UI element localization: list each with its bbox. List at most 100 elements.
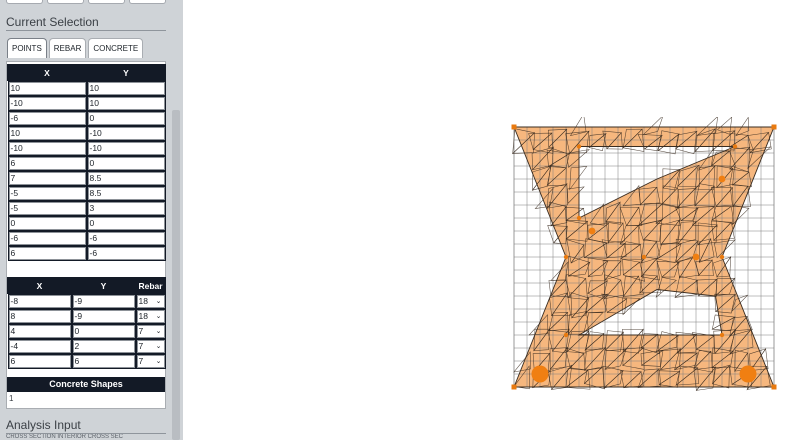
rebar-cell: 7 ⌄ <box>135 324 166 339</box>
rebar-size-select[interactable]: 7 ⌄ <box>136 340 165 353</box>
point-x-input[interactable]: -5 <box>8 202 86 215</box>
rebar-bar[interactable] <box>588 227 596 235</box>
point-x-input[interactable]: -6 <box>8 232 86 245</box>
toolbar-button[interactable] <box>88 0 125 4</box>
points-cell: -5 <box>7 186 87 201</box>
cell-value: 18 <box>138 296 148 306</box>
points-row: -10 -10 <box>7 141 166 156</box>
rebar-x-input[interactable]: 6 <box>8 355 71 368</box>
rebar-y-input[interactable]: 6 <box>72 355 135 368</box>
rebar-bar[interactable] <box>692 253 700 261</box>
cell-value: 8 <box>10 311 16 321</box>
vertex-point[interactable] <box>732 144 738 149</box>
point-x-input[interactable]: 7 <box>8 172 86 185</box>
tab-points[interactable]: POINTS <box>7 38 47 58</box>
rebar-cell: 7 ⌄ <box>135 339 166 354</box>
vertex-point[interactable] <box>576 215 582 221</box>
vertex-point[interactable] <box>719 254 725 260</box>
points-cell: 8.5 <box>86 171 166 186</box>
tab-concrete[interactable]: CONCRETE <box>88 38 144 58</box>
selection-tabs: POINTS REBAR CONCRETE <box>7 38 144 58</box>
cell-value: 18 <box>138 311 148 321</box>
chevron-down-icon: ⌄ <box>155 313 162 320</box>
rebar-row: 6 6 7 ⌄ <box>7 354 166 369</box>
rebar-size-select[interactable]: 7 ⌄ <box>136 355 165 368</box>
rebar-x-header: X <box>7 277 72 294</box>
rebar-x-input[interactable]: -4 <box>8 340 71 353</box>
rebar-y-input[interactable]: 2 <box>72 340 135 353</box>
toolbar-button[interactable] <box>47 0 84 4</box>
vertex-point[interactable] <box>771 384 777 390</box>
rebar-cell: -9 <box>71 309 136 324</box>
points-cell: 8.5 <box>86 186 166 201</box>
points-cell: 0 <box>86 156 166 171</box>
point-y-input[interactable]: -10 <box>87 127 165 140</box>
rebar-bar[interactable] <box>718 175 726 183</box>
point-y-input[interactable]: 8.5 <box>87 187 165 200</box>
vertex-point[interactable] <box>511 124 517 130</box>
rebar-x-input[interactable]: -8 <box>8 295 71 308</box>
point-x-input[interactable]: -6 <box>8 112 86 125</box>
points-row: 60 <box>7 156 166 171</box>
point-y-input[interactable]: -6 <box>87 232 165 245</box>
point-x-input[interactable]: -10 <box>8 97 86 110</box>
rebar-cell: 6 <box>71 354 136 369</box>
points-row: -10 10 <box>7 96 166 111</box>
point-y-input[interactable]: 0 <box>87 112 165 125</box>
rebar-y-input[interactable]: 0 <box>72 325 135 338</box>
rebar-size-select[interactable]: 7 ⌄ <box>136 325 165 338</box>
vertex-point[interactable] <box>563 254 569 260</box>
points-row: -6 0 <box>7 111 166 126</box>
point-y-input[interactable]: 0 <box>87 217 165 230</box>
point-y-input[interactable]: 10 <box>87 82 165 95</box>
section-viewer[interactable] <box>183 0 800 440</box>
point-x-input[interactable]: 6 <box>8 157 86 170</box>
rebar-bar[interactable] <box>531 365 549 383</box>
vertex-point[interactable] <box>576 144 582 149</box>
vertex-point[interactable] <box>511 384 517 390</box>
point-x-input[interactable]: 10 <box>8 82 86 95</box>
point-x-input[interactable]: 10 <box>8 127 86 140</box>
point-x-input[interactable]: 0 <box>8 217 86 230</box>
points-cell: 7 <box>7 171 87 186</box>
point-y-input[interactable]: -6 <box>87 247 165 260</box>
rebar-size-select[interactable]: 18 ⌄ <box>136 295 165 308</box>
rebar-row: 4 0 7 ⌄ <box>7 324 166 339</box>
rebar-row: 8 -9 18 ⌄ <box>7 309 166 324</box>
points-cell: 10 <box>7 80 87 96</box>
chevron-down-icon: ⌄ <box>155 298 162 305</box>
rebar-cell: 18 ⌄ <box>135 309 166 324</box>
rebar-cell: -4 <box>7 339 72 354</box>
vertex-point[interactable] <box>563 332 569 338</box>
points-cell: -6 <box>86 231 166 246</box>
rebar-size-header: Rebar <box>135 277 166 294</box>
points-row: -6 -6 <box>7 231 166 246</box>
point-y-input[interactable]: -10 <box>87 142 165 155</box>
sidebar-scrollbar[interactable] <box>172 110 180 440</box>
toolbar-button[interactable] <box>6 0 43 4</box>
cell-value: 7 <box>138 326 144 336</box>
rebar-x-input[interactable]: 4 <box>8 325 71 338</box>
vertex-point[interactable] <box>641 254 647 260</box>
rebar-y-input[interactable]: -9 <box>72 295 135 308</box>
vertex-point[interactable] <box>771 124 777 130</box>
rebar-bar[interactable] <box>739 365 757 383</box>
points-row: 00 <box>7 216 166 231</box>
rebar-size-select[interactable]: 18 ⌄ <box>136 310 165 323</box>
tab-rebar[interactable]: REBAR <box>48 38 87 58</box>
cross-section-canvas[interactable] <box>504 117 784 397</box>
point-x-input[interactable]: -10 <box>8 142 86 155</box>
rebar-x-input[interactable]: 8 <box>8 310 71 323</box>
point-y-input[interactable]: 3 <box>87 202 165 215</box>
points-row: -5 3 <box>7 201 166 216</box>
point-y-input[interactable]: 10 <box>87 97 165 110</box>
rebar-cell: -8 <box>7 293 72 309</box>
point-x-input[interactable]: -5 <box>8 187 86 200</box>
toolbar-button[interactable] <box>129 0 166 4</box>
point-y-input[interactable]: 0 <box>87 157 165 170</box>
rebar-y-input[interactable]: -9 <box>72 310 135 323</box>
chevron-down-icon: ⌄ <box>155 328 162 335</box>
vertex-point[interactable] <box>719 332 725 338</box>
point-y-input[interactable]: 8.5 <box>87 172 165 185</box>
point-x-input[interactable]: 6 <box>8 247 86 260</box>
